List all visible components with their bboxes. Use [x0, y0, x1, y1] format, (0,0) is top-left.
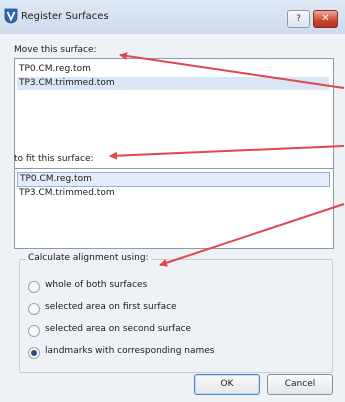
list-item-selected[interactable]: TP0.CM.reg.tom [17, 172, 330, 187]
radio-button[interactable] [28, 325, 40, 337]
list-item[interactable]: TP3.CM.trimmed.tom [17, 187, 329, 200]
radio-button[interactable] [28, 281, 40, 293]
window-title: Register Surfaces [21, 11, 109, 22]
close-button[interactable]: ✕ [313, 10, 338, 28]
alignment-group-label: Calculate alignment using: [25, 253, 152, 263]
title-bar: Register Surfaces ? ✕ [0, 0, 345, 34]
move-surface-label: Move this surface: [14, 45, 97, 55]
radio-label: whole of both surfaces [45, 280, 148, 290]
dialog-body: Move this surface: TP0.CM.reg.tom TP3.CM… [0, 34, 345, 402]
list-item[interactable]: TP0.CM.reg.tom [17, 63, 329, 76]
radio-button[interactable] [28, 303, 40, 315]
radio-button-selected[interactable] [28, 347, 40, 359]
ok-button[interactable]: OK [194, 374, 260, 395]
help-button[interactable]: ? [287, 10, 310, 28]
fit-surface-label: to fit this surface: [14, 154, 94, 164]
list-item-selected[interactable]: TP3.CM.trimmed.tom [17, 77, 329, 90]
register-surfaces-dialog: Register Surfaces ? ✕ Move this surface:… [0, 0, 345, 402]
app-logo-icon [4, 8, 18, 24]
radio-label: landmarks with corresponding names [45, 346, 215, 356]
cancel-button[interactable]: Cancel [267, 374, 333, 395]
radio-label: selected area on first surface [45, 302, 177, 312]
radio-label: selected area on second surface [45, 324, 192, 334]
fit-surface-list[interactable]: TP0.CM.reg.tom TP3.CM.trimmed.tom [14, 168, 334, 249]
alignment-group: Calculate alignment using: whole of both… [19, 253, 333, 373]
